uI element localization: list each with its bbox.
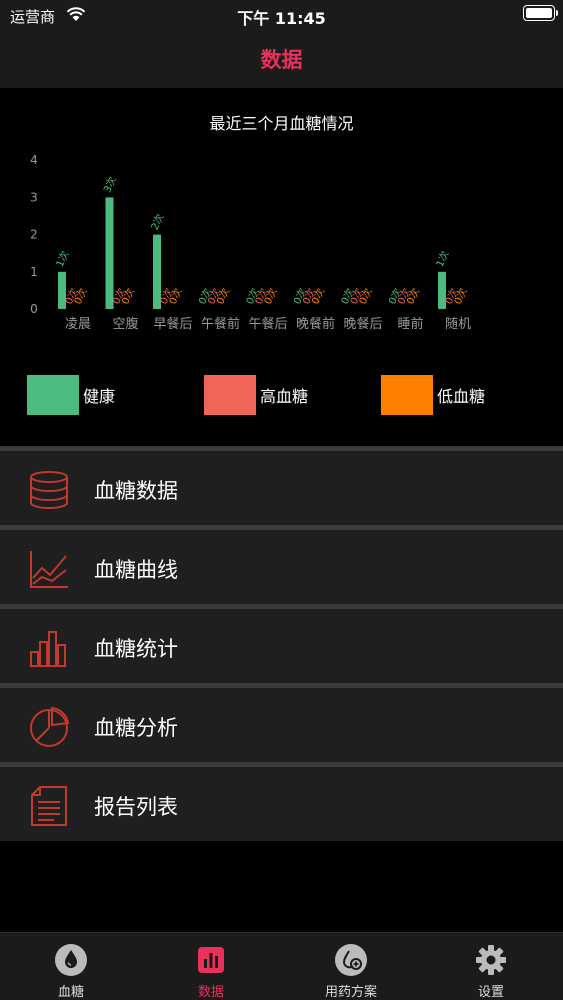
x-tick-label: 午餐后 (248, 316, 287, 332)
data-label: 2次 (148, 212, 167, 232)
tab-data[interactable]: 数据 (141, 933, 281, 1000)
y-tick-label: 0 (30, 302, 38, 316)
x-tick-label: 随机 (445, 317, 471, 332)
tab-settings[interactable]: 设置 (421, 933, 561, 1000)
data-label: 1次 (53, 249, 72, 269)
legend-label-low: 低血糖 (437, 387, 486, 406)
line-chart-icon (30, 551, 68, 588)
y-tick-label: 1 (30, 265, 38, 279)
menu-label: 血糖曲线 (94, 558, 178, 582)
legend-label-healthy: 健康 (83, 387, 116, 406)
menu-label: 血糖统计 (94, 637, 178, 661)
x-tick-label: 早餐后 (153, 316, 192, 332)
tab-label: 用药方案 (324, 985, 377, 1000)
tab-label: 设置 (477, 985, 504, 1000)
glucose-chart: 0 1 2 3 4 1次 0次 0次 凌晨 3次 0次 0次 空腹 2次 0次 0次 早餐后 0次 0次 0次 午餐前 0… (0, 88, 563, 446)
legend-item-high: 高血糖 (204, 375, 308, 415)
pie-chart-icon (30, 706, 70, 747)
menu-item-glucose-curve[interactable]: 血糖曲线 (0, 525, 563, 604)
menu-item-glucose-stats[interactable]: 血糖统计 (0, 604, 563, 683)
x-tick-label: 晚餐前 (296, 316, 335, 332)
chart-title: 最近三个月血糖情况 (209, 114, 354, 133)
legend-item-low: 低血糖 (381, 375, 485, 415)
bar-0-0 (58, 271, 66, 309)
nav-bar: 数据 (0, 30, 563, 88)
bar-chart-icon (30, 631, 66, 667)
page-title: 数据 (260, 48, 303, 72)
database-icon (30, 471, 68, 509)
legend-item-healthy: 健康 (27, 375, 115, 415)
tab-glucose[interactable]: 血糖 (1, 933, 141, 1000)
menu-item-glucose-analysis[interactable]: 血糖分析 (0, 683, 563, 762)
status-bar: 运营商 下午 11:45 (0, 0, 563, 30)
data-label: 3次 (100, 174, 119, 194)
battery-icon (523, 5, 558, 21)
legend-swatch-low (381, 375, 433, 415)
medication-icon (335, 944, 367, 976)
gear-icon (476, 945, 506, 975)
legend-swatch-high (204, 375, 256, 415)
x-tick-label: 午餐前 (201, 316, 240, 332)
tab-label: 血糖 (57, 985, 84, 1000)
x-tick-label: 空腹 (112, 316, 138, 332)
blood-drop-icon (55, 944, 87, 976)
data-label: 1次 (433, 249, 452, 269)
y-tick-label: 3 (30, 190, 38, 204)
bar-0-8 (438, 271, 446, 309)
x-tick-label: 睡前 (397, 316, 423, 332)
x-tick-label: 凌晨 (65, 317, 91, 332)
menu-label: 报告列表 (94, 795, 178, 819)
menu-item-glucose-data[interactable]: 血糖数据 (0, 446, 563, 525)
tab-bar: 血糖 数据 用药方案 设置 (0, 932, 563, 1000)
menu-label: 血糖分析 (94, 716, 178, 740)
status-time: 下午 11:45 (237, 9, 326, 28)
bar-chart-icon (198, 947, 224, 973)
menu-item-report-list[interactable]: 报告列表 (0, 762, 563, 841)
x-tick-label: 晚餐后 (343, 316, 382, 332)
legend-label-high: 高血糖 (260, 387, 309, 406)
tab-label: 数据 (197, 985, 224, 1000)
data-menu: 血糖数据 血糖曲线 血糖统计 血糖分析 报告列表 (0, 446, 563, 841)
y-tick-label: 2 (30, 228, 38, 242)
tab-medication[interactable]: 用药方案 (281, 933, 421, 1000)
bar-0-1 (105, 197, 114, 309)
document-icon (31, 786, 67, 826)
legend-swatch-healthy (27, 375, 79, 415)
y-tick-label: 4 (30, 153, 38, 167)
menu-label: 血糖数据 (94, 479, 178, 503)
